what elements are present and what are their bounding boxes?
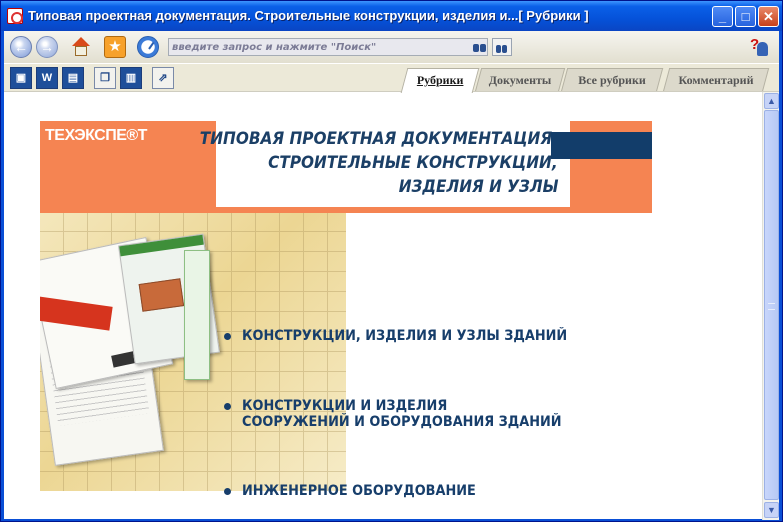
search-input[interactable] bbox=[172, 40, 462, 54]
title-bar[interactable]: Типовая проектная документация. Строител… bbox=[1, 1, 782, 31]
scroll-down-icon[interactable]: ▼ bbox=[764, 502, 779, 518]
techexpert-logo: ТЕХЭКСПЕ®Т bbox=[45, 127, 147, 144]
tab-documents[interactable]: Документы bbox=[474, 68, 566, 92]
export-document-icon[interactable]: ⇗ bbox=[152, 67, 174, 89]
banner-title-line-1: ТИПОВАЯ ПРОЕКТНАЯ ДОКУМЕНТАЦИЯ. bbox=[199, 129, 558, 149]
forward-button[interactable]: → bbox=[36, 36, 58, 58]
header-banner: ТЕХЭКСПЕ®Т ТИПОВАЯ ПРОЕКТНАЯ ДОКУМЕНТАЦИ… bbox=[40, 121, 652, 213]
publications-collage-image bbox=[40, 213, 346, 491]
arrow-right-icon: → bbox=[40, 39, 54, 55]
minimize-icon: _ bbox=[718, 9, 727, 24]
bullet-icon bbox=[224, 333, 231, 340]
banner-title-line-2: СТРОИТЕЛЬНЫЕ КОНСТРУКЦИИ, bbox=[268, 153, 558, 173]
scroll-up-icon[interactable]: ▲ bbox=[764, 93, 779, 109]
maximize-icon: □ bbox=[741, 9, 750, 24]
back-button[interactable]: ← bbox=[10, 36, 32, 58]
close-button[interactable]: ✕ bbox=[758, 6, 779, 27]
tab-all-rubrics[interactable]: Все рубрики bbox=[560, 68, 664, 92]
search-box bbox=[168, 38, 488, 56]
print-icon[interactable]: ▤ bbox=[62, 67, 84, 89]
banner-title-line-3: ИЗДЕЛИЯ И УЗЛЫ bbox=[398, 177, 558, 197]
word-export-icon[interactable]: W bbox=[36, 67, 58, 89]
app-icon[interactable] bbox=[7, 8, 23, 24]
save-icon[interactable]: ▣ bbox=[10, 67, 32, 89]
vertical-scrollbar[interactable]: ▲ ▼ bbox=[762, 92, 779, 520]
tab-comment[interactable]: Комментарий bbox=[662, 68, 770, 92]
document-search-icon[interactable]: ▥ bbox=[120, 67, 142, 89]
help-icon[interactable]: ? bbox=[750, 36, 770, 58]
building-book-spine-image bbox=[184, 250, 210, 380]
arrow-left-icon: ← bbox=[14, 39, 28, 55]
maximize-button[interactable]: □ bbox=[735, 6, 756, 27]
history-clock-icon[interactable] bbox=[137, 36, 159, 58]
app-window: Типовая проектная документация. Строител… bbox=[0, 0, 783, 522]
secondary-toolbar: ▣ W ▤ ❐ ▥ ⇗ Рубрики Документы Все рубрик… bbox=[4, 63, 779, 93]
bookmark-star-icon[interactable]: ★ bbox=[104, 36, 126, 58]
window-title: Типовая проектная документация. Строител… bbox=[28, 8, 589, 23]
bullet-icon bbox=[224, 488, 231, 495]
content-pane: ТЕХЭКСПЕ®Т ТИПОВАЯ ПРОЕКТНАЯ ДОКУМЕНТАЦИ… bbox=[4, 91, 779, 520]
close-icon: ✕ bbox=[763, 9, 774, 24]
home-icon[interactable] bbox=[70, 36, 92, 58]
banner-title-box: ТИПОВАЯ ПРОЕКТНАЯ ДОКУМЕНТАЦИЯ. СТРОИТЕЛ… bbox=[200, 121, 570, 207]
banner-accent-bar bbox=[551, 132, 652, 159]
scroll-thumb[interactable] bbox=[764, 110, 779, 500]
minimize-button[interactable]: _ bbox=[712, 6, 733, 27]
binoculars-search-icon[interactable] bbox=[473, 40, 487, 54]
advanced-search-icon[interactable] bbox=[492, 38, 512, 56]
main-toolbar: ← → ★ ? bbox=[4, 31, 779, 63]
copy-icon[interactable]: ❐ bbox=[94, 67, 116, 89]
client-area: ← → ★ ? ▣ W ▤ ❐ ▥ ⇗ Рубрики Документы Вс… bbox=[4, 31, 779, 520]
tab-rubrics[interactable]: Рубрики bbox=[400, 68, 480, 93]
bullet-icon bbox=[224, 403, 231, 410]
